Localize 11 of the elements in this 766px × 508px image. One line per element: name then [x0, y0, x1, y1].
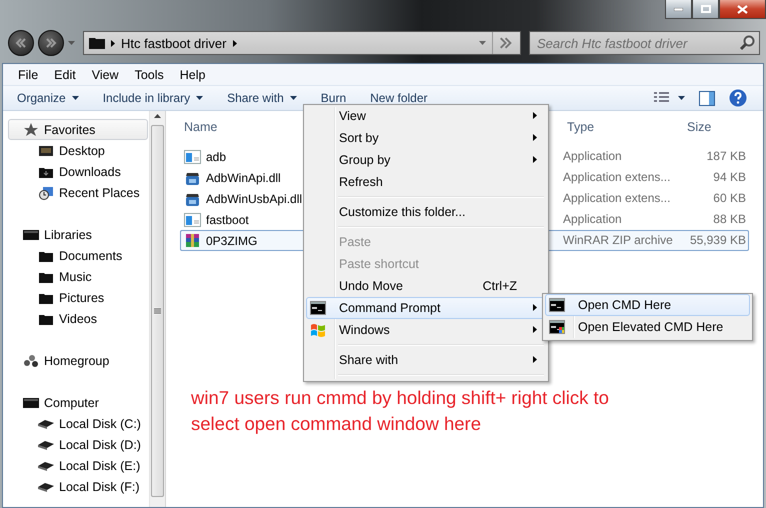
file-size: 187 KB — [706, 148, 747, 165]
file-size: 88 KB — [712, 211, 747, 228]
file-type: Application extens... — [563, 190, 672, 207]
file-type: Application — [563, 148, 623, 165]
file-size: 60 KB — [712, 190, 747, 207]
file-type: Application — [563, 211, 623, 228]
file-type: Application extens... — [563, 169, 672, 186]
file-type: WinRAR ZIP archive — [563, 230, 683, 251]
file-size: 94 KB — [712, 169, 747, 186]
file-size: 55,939 KB — [683, 230, 749, 251]
annotation-text: win7 users run cmmd by holding shift+ right click to select open command window here — [191, 386, 610, 436]
